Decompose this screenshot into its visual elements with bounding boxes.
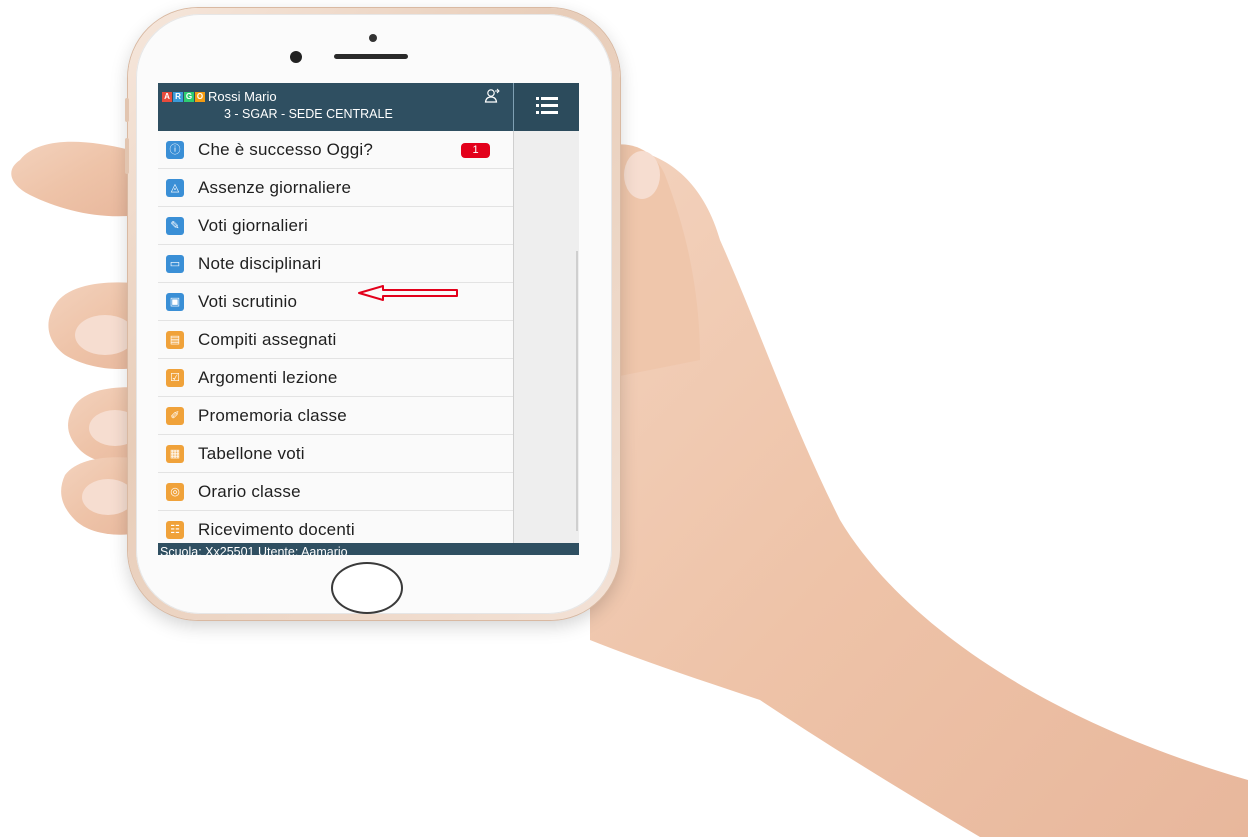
content-pane (513, 131, 579, 543)
menu-item-assenze[interactable]: ◬ Assenze giornaliere (158, 169, 513, 207)
menu-item-orario[interactable]: ◎ Orario classe (158, 473, 513, 511)
logo-letter: O (195, 92, 205, 102)
menu-item-label: Assenze giornaliere (198, 178, 352, 197)
menu-item-label: Compiti assegnati (198, 330, 337, 349)
front-camera (290, 51, 302, 63)
menu-toggle[interactable] (513, 83, 579, 131)
logo-letter: A (162, 92, 172, 102)
lesson-icon: ☑ (166, 369, 184, 387)
proximity-sensor (369, 34, 377, 42)
earpiece-speaker (334, 54, 408, 59)
absence-icon: ◬ (166, 179, 184, 197)
menu-item-label: Note disciplinari (198, 254, 322, 273)
scrollbar[interactable] (576, 251, 578, 531)
logo-letter: R (173, 92, 183, 102)
volume-button (125, 98, 129, 122)
menu-item-label: Promemoria classe (198, 406, 347, 425)
menu-item-label: Voti giornalieri (198, 216, 308, 235)
menu-item-voti-giornalieri[interactable]: ✎ Voti giornalieri (158, 207, 513, 245)
hamburger-icon[interactable] (536, 97, 558, 115)
home-button[interactable] (331, 562, 403, 614)
annotation-arrow-icon (358, 285, 458, 301)
notes-icon: ▭ (166, 255, 184, 273)
status-footer: Scuola: Xx25501 Utente: Aamario (158, 543, 579, 555)
grades-icon: ✎ (166, 217, 184, 235)
menu-item-label: Tabellone voti (198, 444, 305, 463)
board-icon: ▦ (166, 445, 184, 463)
menu-item-oggi[interactable]: ⓘ Che è successo Oggi? 1 (158, 131, 513, 169)
notification-badge: 1 (461, 143, 490, 158)
menu-item-tabellone[interactable]: ▦ Tabellone voti (158, 435, 513, 473)
argo-logo: A R G O (162, 92, 205, 102)
logo-letter: G (184, 92, 194, 102)
menu-item-compiti[interactable]: ▤ Compiti assegnati (158, 321, 513, 359)
menu-item-note[interactable]: ▭ Note disciplinari (158, 245, 513, 283)
volume-button (125, 138, 129, 174)
menu-item-label: Orario classe (198, 482, 301, 501)
homework-icon: ▤ (166, 331, 184, 349)
switch-user-icon[interactable] (484, 88, 500, 104)
app-header: A R G O Rossi Mario 3 - SGAR - SEDE CENT… (158, 83, 513, 131)
menu-item-label: Voti scrutinio (198, 292, 298, 311)
scrutiny-icon: ▣ (166, 293, 184, 311)
menu-item-label: Che è successo Oggi? (198, 140, 374, 159)
schedule-icon: ◎ (166, 483, 184, 501)
menu-item-promemoria[interactable]: ✐ Promemoria classe (158, 397, 513, 435)
menu-item-label: Ricevimento docenti (198, 520, 355, 539)
school-line: 3 - SGAR - SEDE CENTRALE (224, 107, 393, 121)
reminder-icon: ✐ (166, 407, 184, 425)
meeting-icon: ☷ (166, 521, 184, 539)
app-screen: A R G O Rossi Mario 3 - SGAR - SEDE CENT… (158, 83, 579, 555)
menu-list: ⓘ Che è successo Oggi? 1 ◬ Assenze giorn… (158, 131, 513, 549)
menu-item-label: Argomenti lezione (198, 368, 338, 387)
user-name: Rossi Mario (208, 89, 277, 104)
menu-item-argomenti[interactable]: ☑ Argomenti lezione (158, 359, 513, 397)
info-icon: ⓘ (166, 141, 184, 159)
